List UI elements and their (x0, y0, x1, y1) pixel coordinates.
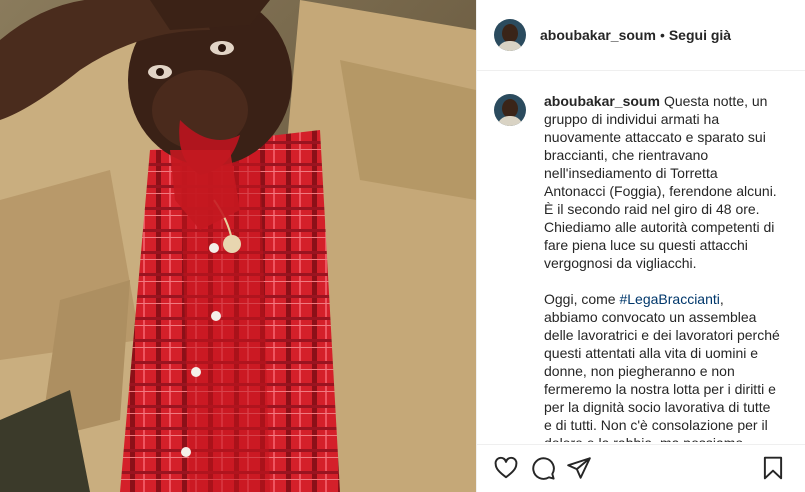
post-header: aboubakar_soum • Segui già (477, 0, 805, 71)
hashtag-link[interactable]: #LegaBraccianti (619, 291, 719, 307)
caption-avatar[interactable] (494, 94, 526, 126)
heart-icon[interactable] (493, 455, 519, 481)
bookmark-icon[interactable] (760, 455, 786, 481)
photo-injured-man (0, 0, 476, 492)
following-button[interactable]: Segui già (669, 27, 731, 43)
caption-paragraph-2-start: Oggi, come (544, 291, 620, 307)
caption: aboubakar_soum Questa notte, un gruppo di… (494, 92, 791, 442)
paper-plane-icon[interactable] (566, 455, 592, 481)
comment-icon[interactable] (530, 455, 556, 481)
caption-paragraph-1: Questa notte, un gruppo di individui arm… (544, 93, 777, 271)
instagram-post: aboubakar_soum • Segui già aboubakar_sou… (0, 0, 805, 492)
separator-dot: • (659, 27, 665, 43)
avatar[interactable] (494, 19, 526, 51)
action-bar (477, 444, 805, 492)
post-photo[interactable] (0, 0, 476, 492)
caption-username-link[interactable]: aboubakar_soum (544, 93, 660, 109)
caption-paragraph-2-end: , abbiamo convocato un assemblea delle l… (544, 291, 780, 442)
caption-text: aboubakar_soum Questa notte, un gruppo di… (544, 92, 780, 442)
username-link[interactable]: aboubakar_soum (540, 27, 656, 43)
post-sidebar: aboubakar_soum • Segui già aboubakar_sou… (476, 0, 805, 492)
